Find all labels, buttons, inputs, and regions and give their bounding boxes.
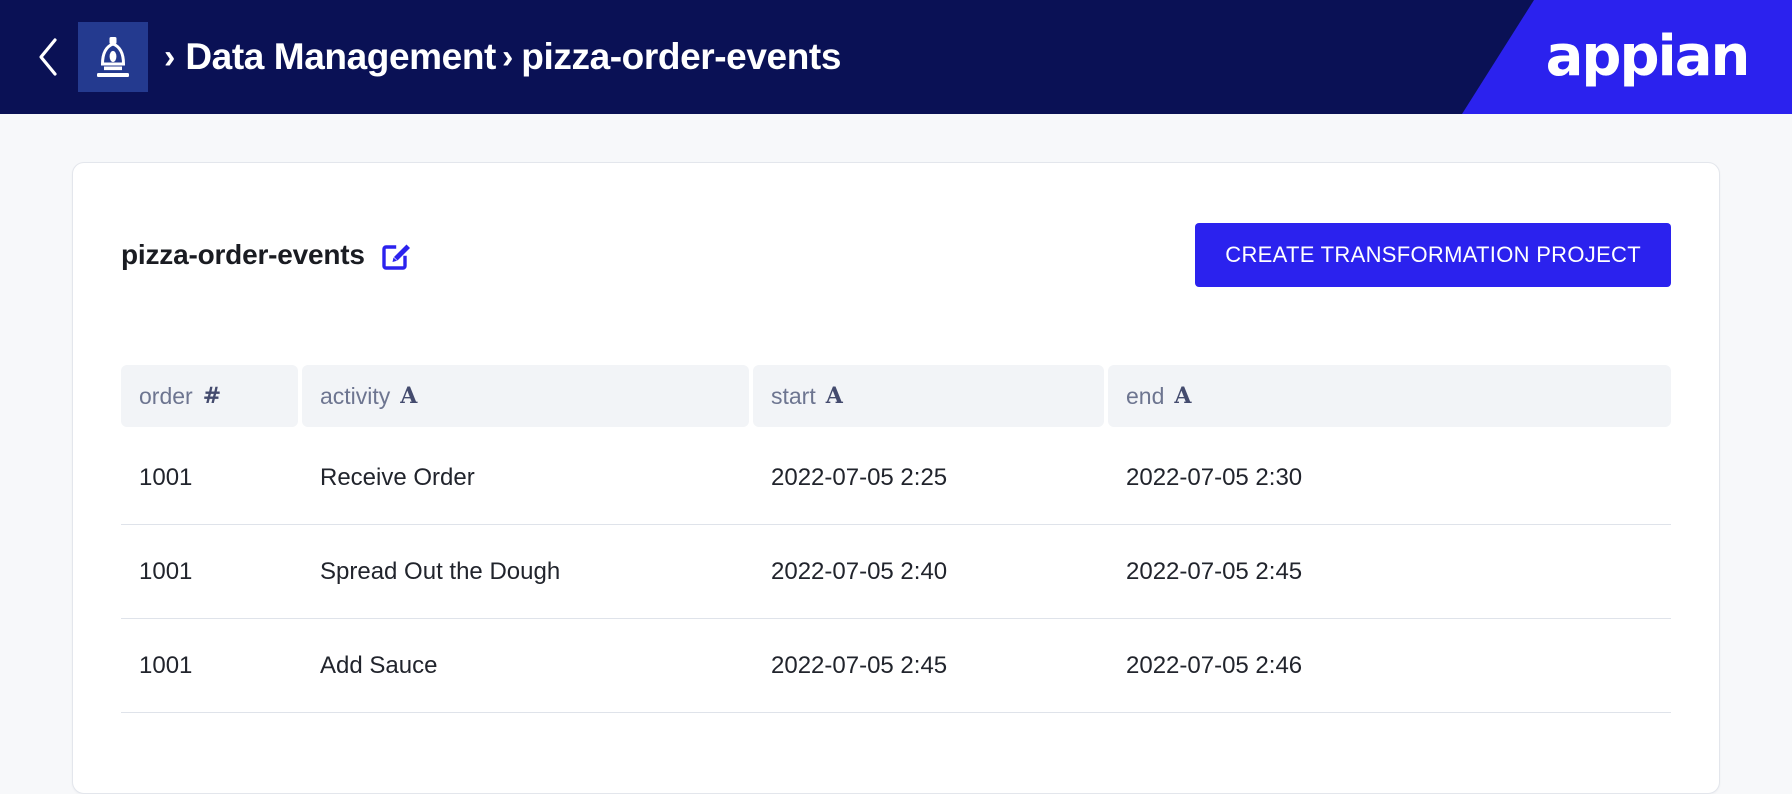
column-header-start[interactable]: start A [753, 365, 1104, 427]
column-label: start [771, 382, 816, 409]
dataset-card: pizza-order-events CREATE TRANSFORMATION… [72, 162, 1720, 794]
cell-order: 1001 [139, 463, 193, 491]
cell-start: 2022-07-05 2:25 [771, 463, 948, 491]
table-row[interactable]: 1001 Receive Order 2022-07-05 2:25 2022-… [121, 431, 1671, 525]
table-row[interactable]: 1001 Spread Out the Dough 2022-07-05 2:4… [121, 525, 1671, 619]
column-type-badge-text: A [825, 383, 843, 409]
column-type-badge-text: A [1174, 383, 1192, 409]
table-header-row: order # activity A start A end A [121, 365, 1671, 427]
breadcrumb-separator-1: › [164, 38, 176, 76]
cell-order: 1001 [139, 557, 193, 585]
cell-activity: Spread Out the Dough [320, 557, 561, 585]
cell-end: 2022-07-05 2:46 [1126, 651, 1303, 679]
cell-activity: Receive Order [320, 463, 475, 491]
cell-end: 2022-07-05 2:45 [1126, 557, 1303, 585]
events-table: order # activity A start A end A 1001 Re… [121, 365, 1671, 713]
edit-pencil-icon[interactable] [381, 239, 413, 271]
column-type-badge-number: # [202, 383, 222, 409]
column-header-end[interactable]: end A [1108, 365, 1671, 427]
appian-logo-banner: appian [1462, 0, 1792, 114]
column-label: activity [320, 382, 391, 409]
column-label: order [139, 382, 193, 409]
top-navigation-bar: › Data Management › pizza-order-events a… [0, 0, 1792, 114]
data-management-app-icon[interactable] [78, 22, 148, 92]
breadcrumb-parent-link[interactable]: Data Management [185, 36, 496, 78]
cell-start: 2022-07-05 2:40 [771, 557, 948, 585]
column-label: end [1126, 382, 1165, 409]
cell-start: 2022-07-05 2:45 [771, 651, 948, 679]
page-body: pizza-order-events CREATE TRANSFORMATION… [0, 114, 1792, 794]
cell-activity: Add Sauce [320, 651, 438, 679]
cell-order: 1001 [139, 651, 193, 679]
title-group: pizza-order-events [121, 239, 413, 271]
back-button[interactable] [30, 34, 64, 80]
nav-left-group: › Data Management › pizza-order-events [0, 0, 841, 114]
column-header-activity[interactable]: activity A [302, 365, 749, 427]
table-row[interactable]: 1001 Add Sauce 2022-07-05 2:45 2022-07-0… [121, 619, 1671, 713]
cell-end: 2022-07-05 2:30 [1126, 463, 1303, 491]
appian-wordmark: appian [1545, 24, 1751, 89]
breadcrumb-current-item: pizza-order-events [521, 36, 842, 77]
column-header-order[interactable]: order # [121, 365, 298, 427]
card-header: pizza-order-events CREATE TRANSFORMATION… [121, 223, 1671, 287]
column-type-badge-text: A [400, 383, 418, 409]
breadcrumb-separator-2: › [501, 38, 514, 76]
nav-right-group: appian [1462, 0, 1792, 114]
page-title: pizza-order-events [121, 239, 365, 270]
create-transformation-project-button[interactable]: CREATE TRANSFORMATION PROJECT [1195, 223, 1671, 287]
